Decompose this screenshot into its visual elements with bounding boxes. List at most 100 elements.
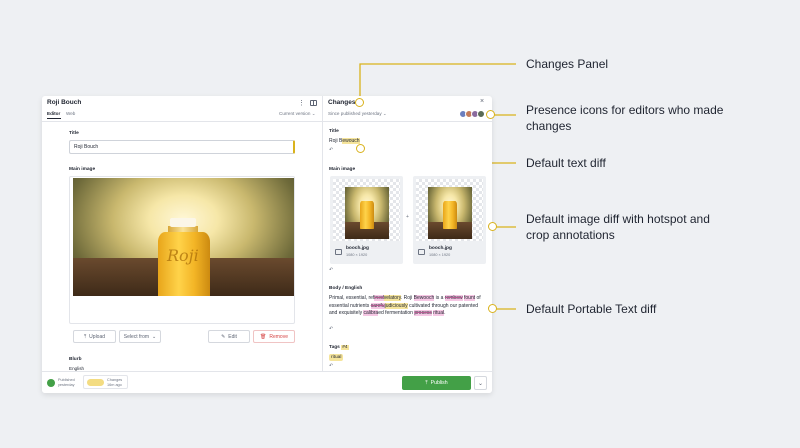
diff-segment-plain: Primal, essential, ref <box>329 295 375 301</box>
app-window: Roji Bouch ⋮ Editor Web Current version … <box>42 96 492 393</box>
image-dimensions: 1080 × 1920 <box>346 253 368 257</box>
image-dimensions: 1080 × 1920 <box>429 253 451 257</box>
hotspot-portable-text-diff <box>488 304 497 313</box>
select-from-button[interactable]: Select from ⌄ <box>119 330 161 343</box>
publish-label: Publish <box>430 380 448 386</box>
trash-icon: 🗑 <box>260 333 267 340</box>
diff-segment-plain: . Roji <box>400 295 414 301</box>
published-label: Published <box>58 378 75 382</box>
tags-label: Tags <box>329 345 340 350</box>
edit-button[interactable]: ✎ Edit <box>208 330 250 343</box>
thumb-before-image <box>345 187 389 239</box>
changes-status: Changes 16m ago <box>107 378 122 387</box>
bottle-text: Roji <box>167 246 199 265</box>
blurb-label: Blurb <box>69 357 82 362</box>
diff-segment-del: rembow <box>444 295 463 301</box>
chevron-down-icon: ⌄ <box>477 380 484 387</box>
published-status: Published yesterday <box>58 378 75 387</box>
main-image-label: Main image <box>69 167 96 172</box>
publish-menu-button[interactable]: ⌄ <box>474 376 487 390</box>
upload-icon: ⤒ <box>83 333 87 340</box>
changes-header: Changes <box>328 99 356 106</box>
version-selector[interactable]: Current version ⌄ <box>279 111 316 117</box>
diff-segment-pink: ritual <box>433 310 445 317</box>
tab-web[interactable]: Web <box>66 111 75 116</box>
changes-status-icon <box>87 379 104 386</box>
hotspot-changes-panel <box>355 98 364 107</box>
image-diff-before[interactable]: booch.jpg 1080 × 1920 <box>330 176 403 264</box>
title-diff-unchanged: Roji B <box>329 138 343 144</box>
remove-button[interactable]: 🗑 Remove <box>253 330 295 343</box>
diff-segment-add: velatory <box>383 295 401 301</box>
image-filename: booch.jpg <box>429 246 452 251</box>
header-divider <box>42 121 322 122</box>
upload-label: Upload <box>89 333 106 340</box>
thumb-after-image <box>428 187 472 239</box>
version-label: Current version <box>279 111 311 116</box>
bottle <box>443 201 457 229</box>
image-diff-after[interactable]: booch.jpg 1080 × 1920 <box>413 176 486 264</box>
tags-count: #4 <box>341 345 349 350</box>
tab-editor[interactable]: Editor <box>47 111 60 116</box>
publish-icon: ⤒ <box>425 379 428 386</box>
hotspot-text-diff <box>356 144 365 153</box>
diff-segment-del: ined <box>374 295 384 301</box>
diff-segment-pink: Bewooch <box>413 295 435 301</box>
annotation-image-diff: Default image diff with hotspot and crop… <box>526 212 710 242</box>
revert-icon[interactable]: ↶ <box>329 147 333 153</box>
title-field-label: Title <box>69 131 79 136</box>
diff-segment-pink: fount <box>464 295 476 301</box>
header-divider <box>323 121 492 122</box>
tags-diff-label: Tags #4 <box>329 345 349 350</box>
bottle-cap <box>170 218 196 227</box>
main-image-preview[interactable]: Roji <box>73 178 294 296</box>
chevron-down-icon: ⌄ <box>152 333 157 340</box>
changes-label: Changes <box>107 378 123 382</box>
close-icon[interactable]: × <box>480 98 484 105</box>
hotspot-image-diff <box>488 222 497 231</box>
tab-editor-underline <box>47 118 61 119</box>
title-diff-added: ewouch <box>342 138 360 144</box>
more-menu-icon[interactable]: ⋮ <box>298 99 305 107</box>
pencil-icon: ✎ <box>221 333 226 340</box>
chevron-down-icon: ⌄ <box>311 111 316 116</box>
body-diff-text: Primal, essential, refinedvelatory. Roji… <box>329 295 487 318</box>
revert-icon[interactable]: ↶ <box>329 326 333 332</box>
annotation-text-diff: Default text diff <box>526 156 606 170</box>
changes-status-chip[interactable]: Changes 16m ago <box>83 375 128 389</box>
diff-segment-pink: calibra <box>363 310 379 317</box>
editor-pane: Roji Bouch ⋮ Editor Web Current version … <box>42 96 322 371</box>
avatar[interactable] <box>477 110 485 118</box>
chevron-down-icon: ⌄ <box>382 111 387 116</box>
upload-button[interactable]: ⤒ Upload <box>73 330 116 343</box>
split-pane-icon[interactable] <box>310 100 317 106</box>
since-label: Since published yesterday <box>328 111 382 116</box>
revert-icon[interactable]: ↶ <box>329 363 333 369</box>
diff-segment-plain: is a <box>434 295 445 301</box>
annotation-presence-icons: Presence icons for editors who made chan… <box>526 103 724 133</box>
remove-label: Remove <box>269 333 288 340</box>
image-diff-label: Main image <box>329 167 356 172</box>
annotation-portable-text-diff: Default Portable Text diff <box>526 302 657 316</box>
image-filename: booch.jpg <box>346 246 369 251</box>
body-diff-label: Body / English <box>329 286 363 291</box>
hotspot-presence <box>486 110 495 119</box>
diff-segment-del: process <box>414 310 432 317</box>
image-icon <box>418 249 425 255</box>
title-diff: Roji Bewouch <box>329 138 360 144</box>
footer-bar: Published yesterday Changes 16m ago ⤒ Pub… <box>42 371 492 393</box>
annotation-changes-panel: Changes Panel <box>526 57 609 71</box>
plus-separator: + <box>406 214 409 220</box>
tag-chip-added: ritual <box>329 354 344 361</box>
select-from-label: Select from <box>123 333 150 340</box>
title-diff-label: Title <box>329 129 339 134</box>
title-input[interactable]: Roji Bouch <box>69 140 295 154</box>
publish-button[interactable]: ⤒ Publish <box>402 376 471 390</box>
diff-segment-plain: ed fermentation <box>378 310 415 317</box>
changes-when: 16m ago <box>107 382 122 387</box>
document-title: Roji Bouch <box>47 99 82 106</box>
diff-segment-plain: . <box>444 310 446 317</box>
revert-icon[interactable]: ↶ <box>329 267 333 273</box>
since-selector[interactable]: Since published yesterday ⌄ <box>328 111 387 117</box>
bottle <box>360 201 374 229</box>
